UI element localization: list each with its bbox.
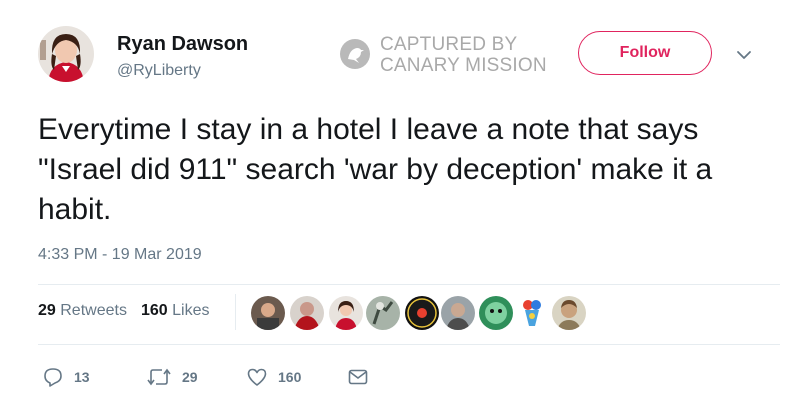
display-name[interactable]: Ryan Dawson xyxy=(117,33,248,56)
chevron-down-icon[interactable] xyxy=(735,48,753,60)
retweets-stat[interactable]: 29 Retweets xyxy=(38,302,127,319)
canary-logo-icon xyxy=(340,39,370,69)
stats-divider xyxy=(235,294,236,330)
liker-avatar[interactable] xyxy=(366,296,400,330)
reply-count: 13 xyxy=(74,369,90,385)
envelope-icon xyxy=(348,369,368,385)
likes-count: 160 xyxy=(140,302,168,319)
retweets-label: Retweets xyxy=(60,302,127,319)
tweet-text: Everytime I stay in a hotel I leave a no… xyxy=(38,113,713,226)
follow-button[interactable]: Follow xyxy=(578,31,712,75)
direct-message-button[interactable] xyxy=(347,366,369,388)
like-count: 160 xyxy=(278,369,302,385)
retweet-button[interactable]: 29 xyxy=(146,366,198,388)
liker-avatar[interactable] xyxy=(251,296,285,330)
retweet-icon xyxy=(147,368,171,386)
canary-mission-watermark: CAPTURED BY CANARY MISSION xyxy=(340,32,572,76)
watermark-line-1: CAPTURED BY xyxy=(380,34,518,55)
likes-stat[interactable]: 160 Likes xyxy=(141,302,210,319)
like-button[interactable]: 160 xyxy=(246,366,301,388)
liker-avatar[interactable] xyxy=(552,296,586,330)
tweet-timestamp[interactable]: 4:33 PM - 19 Mar 2019 xyxy=(38,246,202,264)
retweet-count: 29 xyxy=(182,369,198,385)
divider xyxy=(38,344,780,345)
divider xyxy=(38,284,780,285)
user-handle[interactable]: @RyLiberty xyxy=(117,62,201,80)
engagement-stats: 29 Retweets 160 Likes xyxy=(38,302,209,320)
liker-avatar[interactable] xyxy=(515,296,549,330)
liker-avatar[interactable] xyxy=(290,296,324,330)
liker-avatar[interactable] xyxy=(405,296,439,330)
avatar[interactable] xyxy=(38,26,94,82)
retweets-count: 29 xyxy=(38,302,56,319)
liker-avatar[interactable] xyxy=(441,296,475,330)
heart-icon xyxy=(247,368,267,386)
liker-avatar[interactable] xyxy=(329,296,363,330)
reply-button[interactable]: 13 xyxy=(42,366,90,388)
watermark-line-2: CANARY MISSION xyxy=(380,55,547,76)
watermark-text: CAPTURED BY CANARY MISSION xyxy=(380,34,547,76)
reply-icon xyxy=(44,368,62,387)
likes-label: Likes xyxy=(172,302,210,319)
liker-avatar[interactable] xyxy=(479,296,513,330)
